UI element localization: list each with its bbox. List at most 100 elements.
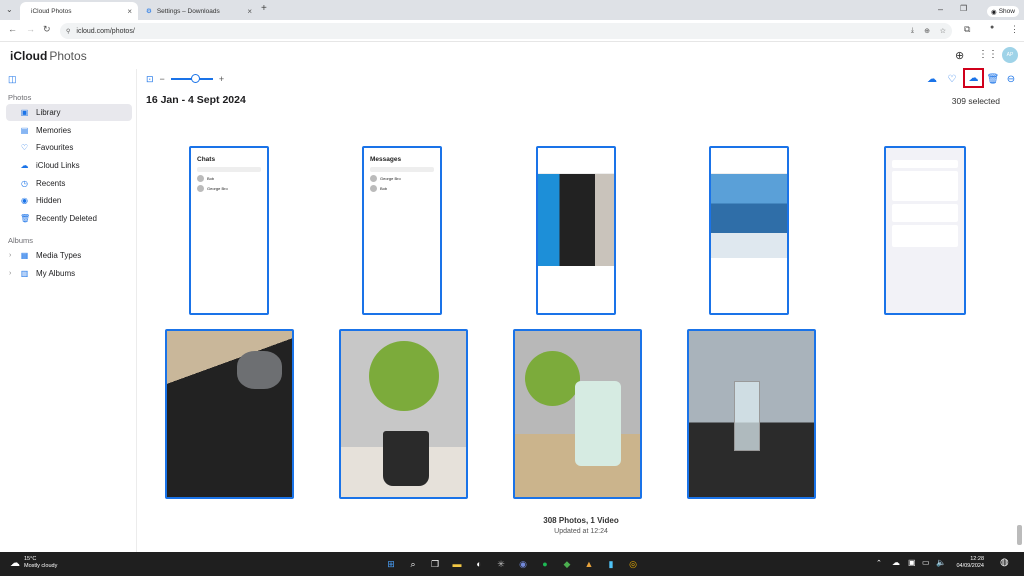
tab-icloud-photos[interactable]: iCloud Photos × xyxy=(20,2,138,20)
site-info-icon[interactable]: ⚲ xyxy=(66,28,70,35)
windows-start-icon[interactable]: ⊞ xyxy=(384,557,398,571)
more-menu-icon[interactable]: ⋮ xyxy=(1010,24,1019,35)
zoom-slider-knob[interactable] xyxy=(190,74,200,83)
zoom-icon[interactable]: ⊕ xyxy=(924,27,930,35)
media-types-icon: ▦ xyxy=(20,251,29,260)
sidebar-item-hidden[interactable]: ◉ Hidden xyxy=(6,192,132,209)
address-bar[interactable]: ⚲ icloud.com/photos/ ⤓ ⊕ ☆ xyxy=(60,23,952,39)
monitor-icon[interactable]: ▭ xyxy=(922,558,930,567)
avatar[interactable]: AP xyxy=(1002,47,1018,63)
sidebar-item-favourites[interactable]: ♡ Favourites xyxy=(6,139,132,156)
tab-settings-downloads[interactable]: ⚙ Settings – Downloads × xyxy=(140,2,258,20)
show-label: Show xyxy=(998,8,1015,15)
sidebar-item-my-albums[interactable]: › ▥ My Albums xyxy=(6,265,132,282)
onedrive-icon[interactable]: ☁ xyxy=(892,558,900,567)
minimize-icon[interactable]: – xyxy=(938,4,943,14)
photo-thumbnail[interactable] xyxy=(709,146,789,315)
gear-icon: ⚙ xyxy=(146,8,152,15)
screenshot-setting-group xyxy=(892,204,958,222)
photo-thumbnail[interactable] xyxy=(536,146,616,315)
tab-search-chevron-icon[interactable]: ⌄ xyxy=(6,5,13,14)
profile-icon[interactable]: ● xyxy=(990,24,994,31)
close-icon[interactable]: × xyxy=(127,7,132,16)
sidebar-item-recently-deleted[interactable]: 🗑 Recently Deleted xyxy=(6,210,132,227)
photo-thumbnail-mousepad[interactable] xyxy=(165,329,294,499)
tab-title: Settings – Downloads xyxy=(156,7,220,15)
spotify-icon[interactable]: ● xyxy=(538,557,552,571)
app-icon-5[interactable]: ▮ xyxy=(604,557,618,571)
chevron-right-icon[interactable]: › xyxy=(9,252,11,259)
zoom-slider[interactable] xyxy=(170,74,213,83)
zoom-out-icon[interactable]: − xyxy=(160,74,165,84)
clock-icon: ◷ xyxy=(21,179,28,188)
tray-chevron-icon[interactable]: ⌃ xyxy=(876,559,882,567)
reload-icon[interactable]: ↻ xyxy=(43,24,51,35)
download-cloud-icon[interactable]: ☁ xyxy=(963,68,984,88)
cloud-icon: ☁ xyxy=(10,557,20,569)
screenshot-search-bar xyxy=(370,167,434,172)
sidebar-item-label: Library xyxy=(36,108,61,117)
scrollbar-thumb[interactable] xyxy=(1017,525,1022,545)
more-options-icon[interactable]: ⊖ xyxy=(1004,72,1018,86)
library-count: 308 Photos, 1 Video xyxy=(543,516,619,525)
library-updated-time: Updated at 12:24 xyxy=(554,528,608,535)
photo-thumbnail-speaker[interactable] xyxy=(513,329,642,499)
bookmark-star-icon[interactable]: ☆ xyxy=(940,27,946,35)
new-tab-plus-icon[interactable]: + xyxy=(261,3,267,14)
discord-icon[interactable]: ◉ xyxy=(516,557,530,571)
clock[interactable]: 12:28 04/09/2024 xyxy=(950,556,984,570)
app-icon-2[interactable]: ✳ xyxy=(494,557,508,571)
speaker-volume-icon[interactable]: 🔈 xyxy=(936,558,946,567)
photo-thumbnail-plant[interactable] xyxy=(339,329,468,499)
show-button[interactable]: ◉ Show xyxy=(987,6,1019,17)
restore-icon[interactable]: ❐ xyxy=(960,4,967,13)
aspect-ratio-icon[interactable]: ⊡ xyxy=(146,74,154,85)
address-url: icloud.com/photos/ xyxy=(76,27,135,35)
screenshot-setting-group xyxy=(892,171,958,201)
tray-icon[interactable]: ▣ xyxy=(908,558,916,567)
chrome-icon[interactable]: ◎ xyxy=(626,557,640,571)
harbour-image xyxy=(711,174,787,258)
photo-thumbnail-glass[interactable] xyxy=(687,329,816,499)
sidebar-item-memories[interactable]: ▤ Memories xyxy=(6,122,132,139)
photo-thumbnail[interactable]: Chats Bob George Bro xyxy=(189,146,269,315)
favourite-heart-icon[interactable]: ♡ xyxy=(945,72,959,86)
app-grid-icon[interactable]: ⋮⋮ xyxy=(978,49,998,60)
forward-arrow-icon[interactable]: → xyxy=(26,24,35,34)
file-explorer-icon[interactable]: ▬ xyxy=(450,557,464,571)
clock-time: 12:28 xyxy=(970,556,984,562)
weather-widget[interactable]: ☁ 15°C Mostly cloudy xyxy=(10,556,57,570)
sidebar-item-recents[interactable]: ◷ Recents xyxy=(6,175,132,192)
screenshot-setting-row xyxy=(892,160,958,168)
app-icon-3[interactable]: ◆ xyxy=(560,557,574,571)
trash-icon: 🗑 xyxy=(20,214,31,223)
app-icon-4[interactable]: ▲ xyxy=(582,557,596,571)
delete-trash-icon[interactable]: 🗑 xyxy=(986,72,1000,86)
search-icon[interactable]: ⌕ xyxy=(406,557,420,571)
upload-cloud-icon[interactable]: ☁ xyxy=(925,72,939,86)
photo-thumbnail[interactable] xyxy=(884,146,966,315)
sidebar-item-icloud-links[interactable]: ☁ iCloud Links xyxy=(6,157,132,174)
icloud-photos-logo[interactable]: iCloud Photos xyxy=(8,49,87,63)
zoom-in-icon[interactable]: + xyxy=(219,74,224,84)
photo-thumbnail[interactable]: Messages George Bro Bob xyxy=(362,146,442,315)
sidebar-item-media-types[interactable]: › ▦ Media Types xyxy=(6,247,132,264)
extensions-icon[interactable]: ⧉ xyxy=(964,24,970,35)
mouse-image xyxy=(237,351,282,389)
add-circle-icon[interactable]: ⊕ xyxy=(955,49,964,62)
sidebar-item-label: Recently Deleted xyxy=(36,214,97,223)
link-icon: ☁ xyxy=(20,161,29,170)
app-icon-1[interactable]: ◐ xyxy=(472,557,486,571)
notifications-icon[interactable]: ◍ xyxy=(1000,557,1009,568)
task-view-icon[interactable]: ❐ xyxy=(428,557,442,571)
back-arrow-icon[interactable]: ← xyxy=(8,24,17,34)
speaker-image xyxy=(575,381,621,466)
sidebar-toggle-icon[interactable]: ◫ xyxy=(8,74,17,85)
chevron-right-icon[interactable]: › xyxy=(9,270,11,277)
close-icon[interactable]: × xyxy=(247,7,252,16)
download-icon[interactable]: ⤓ xyxy=(911,27,914,35)
sidebar-item-library[interactable]: ▣ Library xyxy=(6,104,132,121)
sidebar-item-label: Hidden xyxy=(36,196,62,205)
sidebar-item-label: Memories xyxy=(36,126,72,135)
sidebar: ◫ Photos ▣ Library ▤ Memories ♡ Favourit… xyxy=(0,69,137,552)
